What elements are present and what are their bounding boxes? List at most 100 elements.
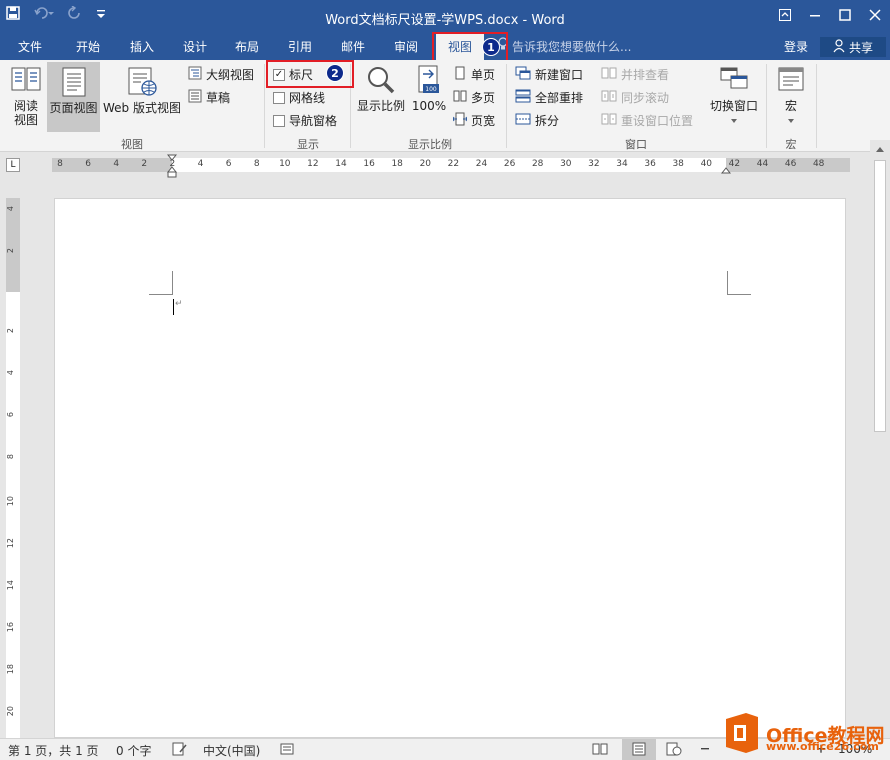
close-icon[interactable] <box>860 0 890 30</box>
tab-review[interactable]: 审阅 <box>384 34 428 60</box>
vruler-tick-label: 6 <box>6 412 15 418</box>
tab-mailings[interactable]: 邮件 <box>331 34 375 60</box>
step-badge-1: 1 <box>482 38 500 56</box>
ruler-tick-label: 6 <box>225 159 232 169</box>
multiple-pages-button[interactable]: 多页 <box>453 89 495 106</box>
scroll-up-icon[interactable] <box>875 142 885 156</box>
ruler-tick-label: 22 <box>447 159 460 169</box>
web-layout-button[interactable]: Web 版式视图 <box>101 66 183 115</box>
text-cursor <box>173 299 174 315</box>
zoom-100-button[interactable]: 100 100% <box>411 64 447 113</box>
gridlines-check-icon <box>273 91 285 104</box>
side-by-side-label: 并排查看 <box>621 68 670 82</box>
outline-label: 大纲视图 <box>206 68 255 82</box>
zoom-out-icon[interactable] <box>700 742 710 759</box>
maximize-icon[interactable] <box>830 0 860 30</box>
minimize-icon[interactable] <box>800 0 830 30</box>
macros-button[interactable]: 宏 <box>772 66 810 127</box>
paragraph-mark-icon: ↵ <box>175 299 183 309</box>
vruler-tick-label: 4 <box>6 370 15 376</box>
ruler-tick-label: 2 <box>141 159 148 169</box>
sync-scroll-icon <box>601 89 617 106</box>
new-window-button[interactable]: 新建窗口 <box>515 66 583 83</box>
right-indent-marker[interactable] <box>720 164 732 178</box>
ruler-tick-label: 6 <box>85 159 91 169</box>
page-count[interactable]: 第 1 页，共 1 页 <box>8 742 99 759</box>
vruler-tick-label: 10 <box>6 496 15 507</box>
page-width-label: 页宽 <box>471 114 496 128</box>
tab-selector[interactable]: L <box>6 158 20 172</box>
vertical-scrollbar[interactable] <box>870 140 890 738</box>
title-bar: Word文档标尺设置-学WPS.docx - Word <box>0 0 890 34</box>
tab-design[interactable]: 设计 <box>173 34 217 60</box>
ruler-tick-label: 28 <box>531 159 544 169</box>
zoom-100-icon: 100 <box>414 65 444 99</box>
outline-view-button[interactable]: 大纲视图 <box>188 66 254 83</box>
reset-position-label: 重设窗口位置 <box>621 114 694 128</box>
web-layout-status-icon[interactable] <box>666 742 682 759</box>
page-width-button[interactable]: 页宽 <box>452 112 496 129</box>
arrange-all-button[interactable]: 全部重排 <box>515 89 583 106</box>
first-line-indent-marker[interactable] <box>166 154 178 181</box>
switch-windows-button[interactable]: 切换窗口 <box>706 66 762 127</box>
tab-home[interactable]: 开始 <box>66 34 110 60</box>
word-count[interactable]: 0 个字 <box>116 742 151 759</box>
document-page[interactable]: ↵ <box>54 198 846 738</box>
web-layout-icon <box>125 67 159 101</box>
ruler-tick-label: 36 <box>644 159 656 169</box>
person-icon <box>833 38 845 56</box>
crop-mark-top-left <box>149 271 173 295</box>
ruler-tick-label: 8 <box>253 159 260 169</box>
ruler-tick-label: 26 <box>503 159 516 169</box>
read-mode-button[interactable]: 阅读 视图 <box>6 64 46 127</box>
vruler-tick-label: 14 <box>6 580 15 591</box>
zoom-label: 显示比例 <box>356 99 405 113</box>
print-layout-status-icon[interactable] <box>622 739 656 760</box>
vruler-tick-label: 8 <box>6 454 15 460</box>
vertical-ruler[interactable]: 4 2 2 4 6 8 10 12 14 16 18 20 <box>6 198 20 738</box>
ruler-tick-label: 20 <box>419 159 432 169</box>
print-layout-button[interactable]: 页面视图 <box>47 62 100 132</box>
language[interactable]: 中文(中国) <box>203 742 260 759</box>
ruler-tick-label: 44 <box>756 159 769 169</box>
vruler-tick-label: 2 <box>6 248 15 254</box>
group-separator <box>816 64 817 148</box>
one-page-button[interactable]: 单页 <box>453 66 495 83</box>
ruler-tick-label: 12 <box>307 159 319 169</box>
group-separator <box>766 64 767 148</box>
sign-in-link[interactable]: 登录 <box>784 34 808 60</box>
sync-scroll-button[interactable]: 同步滚动 <box>601 89 669 106</box>
draft-view-button[interactable]: 草稿 <box>188 89 230 106</box>
tab-insert[interactable]: 插入 <box>120 34 164 60</box>
sync-scroll-label: 同步滚动 <box>621 91 670 105</box>
split-label: 拆分 <box>535 114 560 128</box>
tab-file[interactable]: 文件 <box>8 34 52 60</box>
outline-icon <box>188 66 202 83</box>
reset-window-position-button[interactable]: 重设窗口位置 <box>601 112 693 129</box>
new-window-icon <box>515 66 531 83</box>
zoom-button[interactable]: 显示比例 <box>355 64 407 113</box>
arrange-all-icon <box>515 89 531 106</box>
tab-references[interactable]: 引用 <box>278 34 322 60</box>
read-mode-status-icon[interactable] <box>592 742 608 759</box>
vruler-top-margin <box>6 198 20 292</box>
ruler-tick-label: 14 <box>335 159 347 169</box>
ribbon-display-options-icon[interactable] <box>770 0 800 30</box>
ruler-tick-label: 38 <box>672 159 684 169</box>
share-button[interactable]: 共享 <box>820 37 886 57</box>
office-logo-icon <box>722 711 762 758</box>
nav-pane-check-icon <box>273 114 285 127</box>
split-button[interactable]: 拆分 <box>515 112 559 129</box>
group-label-zoom: 显示比例 <box>408 138 452 151</box>
proofing-icon[interactable] <box>172 742 188 759</box>
ruler-tick-label: 4 <box>197 159 204 169</box>
tell-me-box[interactable]: 告诉我您想要做什么... <box>498 34 631 60</box>
gridlines-checkbox[interactable]: 网格线 <box>273 89 325 106</box>
nav-pane-label: 导航窗格 <box>289 114 338 128</box>
side-by-side-icon <box>601 66 617 83</box>
tab-layout[interactable]: 布局 <box>225 34 269 60</box>
view-side-by-side-button[interactable]: 并排查看 <box>601 66 669 83</box>
macro-record-icon[interactable] <box>280 742 294 759</box>
scroll-thumb[interactable] <box>874 160 886 432</box>
nav-pane-checkbox[interactable]: 导航窗格 <box>273 112 337 129</box>
